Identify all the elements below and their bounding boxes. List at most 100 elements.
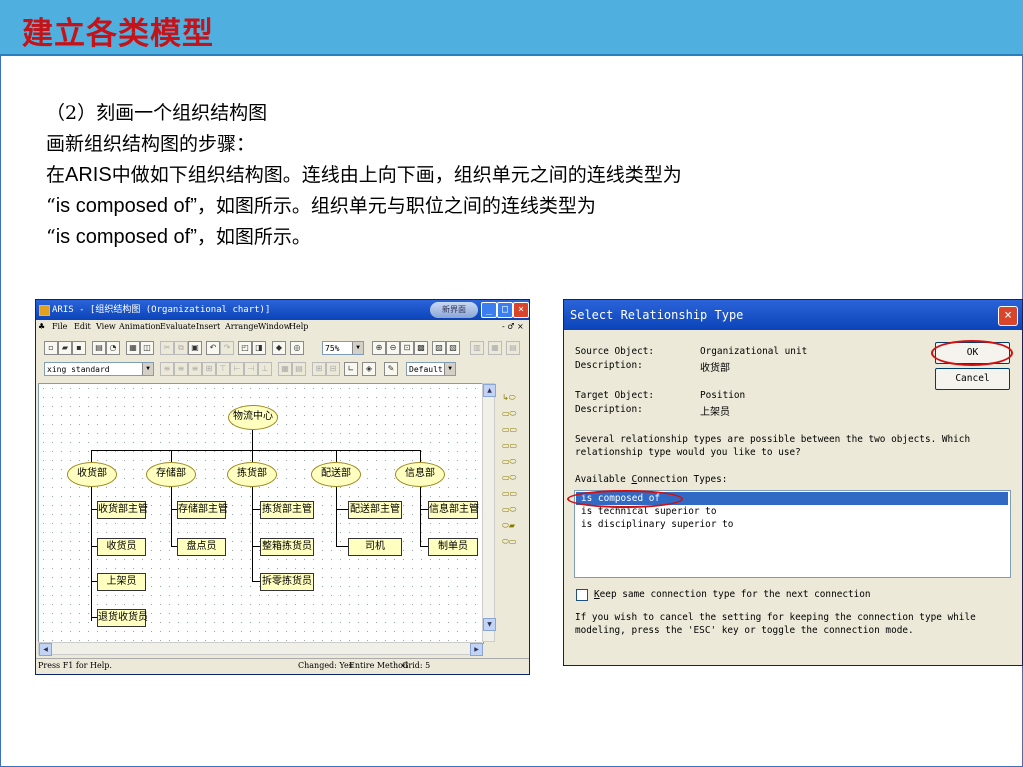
align-center-icon[interactable]: ≡ (174, 362, 188, 376)
palette-position-icon[interactable]: ▭▭ (502, 425, 522, 434)
print-icon[interactable]: ▦ (126, 341, 140, 355)
search-icon[interactable]: ◔ (106, 341, 120, 355)
org-node-unit[interactable]: 收货部 (67, 462, 117, 487)
export-icon[interactable]: ⊟ (326, 362, 340, 376)
org-node-position[interactable]: 配送部主管 (348, 501, 402, 519)
layout-icon[interactable]: ▤ (292, 362, 306, 376)
xy-icon[interactable]: ⊞ (312, 362, 326, 376)
org-node-root[interactable]: 物流中心 (228, 405, 278, 430)
horizontal-scrollbar[interactable]: ◀ ▶ (38, 642, 483, 656)
palette-role-icon[interactable]: ▭⬭ (502, 505, 522, 514)
copy-icon[interactable]: ⧉ (174, 341, 188, 355)
palette-person-icon[interactable]: ▭⬭ (502, 457, 522, 466)
model-canvas[interactable]: 物流中心 收货部 存储部 拣货部 配送部 信息部 收货部主管 收货员 上架员 退… (38, 383, 484, 644)
menu-animation[interactable]: Animation (119, 320, 161, 334)
maximize-icon[interactable]: □ (497, 302, 513, 318)
zoom-fit-icon[interactable]: ⊡ (400, 341, 414, 355)
palette-object-icon[interactable]: ⬭▭ (502, 537, 522, 546)
palette-group-icon[interactable]: ▭▭ (502, 441, 522, 450)
palette-persontype-icon[interactable]: ▭⬭ (502, 473, 522, 482)
fill-color-icon[interactable]: ◈ (362, 362, 376, 376)
explorer-icon[interactable]: ▨ (432, 341, 446, 355)
vertical-icon[interactable]: ⊤ (216, 362, 230, 376)
cancel-button[interactable]: Cancel (935, 368, 1010, 390)
tool-b-icon[interactable]: ▤ (506, 341, 520, 355)
menu-evaluate[interactable]: Evaluate (160, 320, 196, 334)
zoom-combo[interactable]: 75% ▼ (322, 341, 364, 355)
designer-icon[interactable]: ▧ (446, 341, 460, 355)
vertical-scrollbar[interactable]: ▲ ▼ (482, 383, 496, 642)
connector-icon[interactable]: ∟ (344, 362, 358, 376)
org-node-position[interactable]: 信息部主管 (428, 501, 479, 519)
menu-view[interactable]: View (96, 320, 116, 334)
org-node-position[interactable]: 退货收货员 (97, 609, 148, 627)
palette-connection-icon[interactable]: ↳⬭ (502, 393, 522, 402)
palette-system-icon[interactable]: ⬭▰ (502, 521, 522, 530)
menu-help[interactable]: Help (289, 320, 308, 334)
org-node-position[interactable]: 整箱拣货员 (260, 538, 314, 556)
size-icon[interactable]: ⊣ (244, 362, 258, 376)
org-node-unit[interactable]: 配送部 (311, 462, 361, 487)
open-icon[interactable]: ▰ (58, 341, 72, 355)
org-node-position[interactable]: 制单员 (428, 538, 478, 556)
org-node-position[interactable]: 收货部主管 (97, 501, 148, 519)
format-icon[interactable]: ◨ (252, 341, 266, 355)
align-left-icon[interactable]: ≡ (160, 362, 174, 376)
palette-location-icon[interactable]: ▭▭ (502, 489, 522, 498)
scroll-left-icon[interactable]: ◀ (39, 643, 52, 656)
scroll-up-icon[interactable]: ▲ (483, 384, 496, 397)
space-icon[interactable]: ⊥ (258, 362, 272, 376)
distribute-icon[interactable]: ⊞ (202, 362, 216, 376)
menu-window[interactable]: Window (258, 320, 291, 334)
line-color-icon[interactable]: ✎ (384, 362, 398, 376)
menu-arrange[interactable]: Arrange (225, 320, 258, 334)
align-right-icon[interactable]: ≡ (188, 362, 202, 376)
table-icon[interactable]: ▦ (278, 362, 292, 376)
org-node-position[interactable]: 盘点员 (177, 538, 226, 556)
menu-edit[interactable]: Edit (74, 320, 91, 334)
zoom-out-icon[interactable]: ⊖ (386, 341, 400, 355)
chart-icon[interactable]: ▥ (470, 341, 484, 355)
connector-line (252, 450, 253, 462)
org-node-position[interactable]: 司机 (348, 538, 402, 556)
cut-icon[interactable]: ✂ (160, 341, 174, 355)
dialog-title-bar[interactable]: Select Relationship Type × (564, 300, 1022, 330)
save-icon[interactable]: ▪ (72, 341, 86, 355)
tool-a-icon[interactable]: ▦ (488, 341, 502, 355)
org-node-position[interactable]: 存储部主管 (177, 501, 228, 519)
menu-insert[interactable]: Insert (196, 320, 220, 334)
zoom-in-icon[interactable]: ⊕ (372, 341, 386, 355)
horizontal-icon[interactable]: ⊢ (230, 362, 244, 376)
palette-orgunit-icon[interactable]: ▭⬭ (502, 409, 522, 418)
lightbulb-icon[interactable]: ◎ (290, 341, 304, 355)
org-node-position[interactable]: 上架员 (97, 573, 146, 591)
scroll-right-icon[interactable]: ▶ (470, 643, 483, 656)
mdi-controls[interactable]: - ♂ × (502, 320, 524, 334)
style-combo[interactable]: xing standard ▼ (44, 362, 154, 376)
org-node-position[interactable]: 拣货部主管 (260, 501, 314, 519)
close-icon[interactable]: × (513, 302, 529, 318)
default-combo[interactable]: Default ▼ (406, 362, 456, 376)
keep-type-checkbox[interactable] (576, 589, 588, 601)
paste-icon[interactable]: ▣ (188, 341, 202, 355)
scroll-down-icon[interactable]: ▼ (483, 618, 496, 631)
keep-type-label[interactable]: Keep same connection type for the next c… (594, 589, 871, 600)
close-icon[interactable]: × (998, 306, 1018, 326)
grid-icon[interactable]: ▩ (414, 341, 428, 355)
org-node-unit[interactable]: 拣货部 (227, 462, 277, 487)
org-node-unit[interactable]: 存储部 (146, 462, 196, 487)
menu-file[interactable]: File (52, 320, 67, 334)
paint-icon[interactable]: ◆ (272, 341, 286, 355)
redo-icon[interactable]: ↷ (220, 341, 234, 355)
minimize-icon[interactable]: _ (481, 302, 497, 318)
org-node-position[interactable]: 收货员 (97, 538, 146, 556)
new-icon[interactable]: ▫ (44, 341, 58, 355)
undo-icon[interactable]: ↶ (206, 341, 220, 355)
print-preview-icon[interactable]: ▤ (92, 341, 106, 355)
org-node-position[interactable]: 拆零拣货员 (260, 573, 314, 591)
properties-icon[interactable]: ◰ (238, 341, 252, 355)
connection-type-item[interactable]: is disciplinary superior to (576, 518, 1008, 531)
preview-icon[interactable]: ◫ (140, 341, 154, 355)
org-node-unit[interactable]: 信息部 (395, 462, 445, 487)
aris-title-bar[interactable]: ARIS - [组织结构图 (Organizational chart)] 新界… (36, 300, 529, 320)
